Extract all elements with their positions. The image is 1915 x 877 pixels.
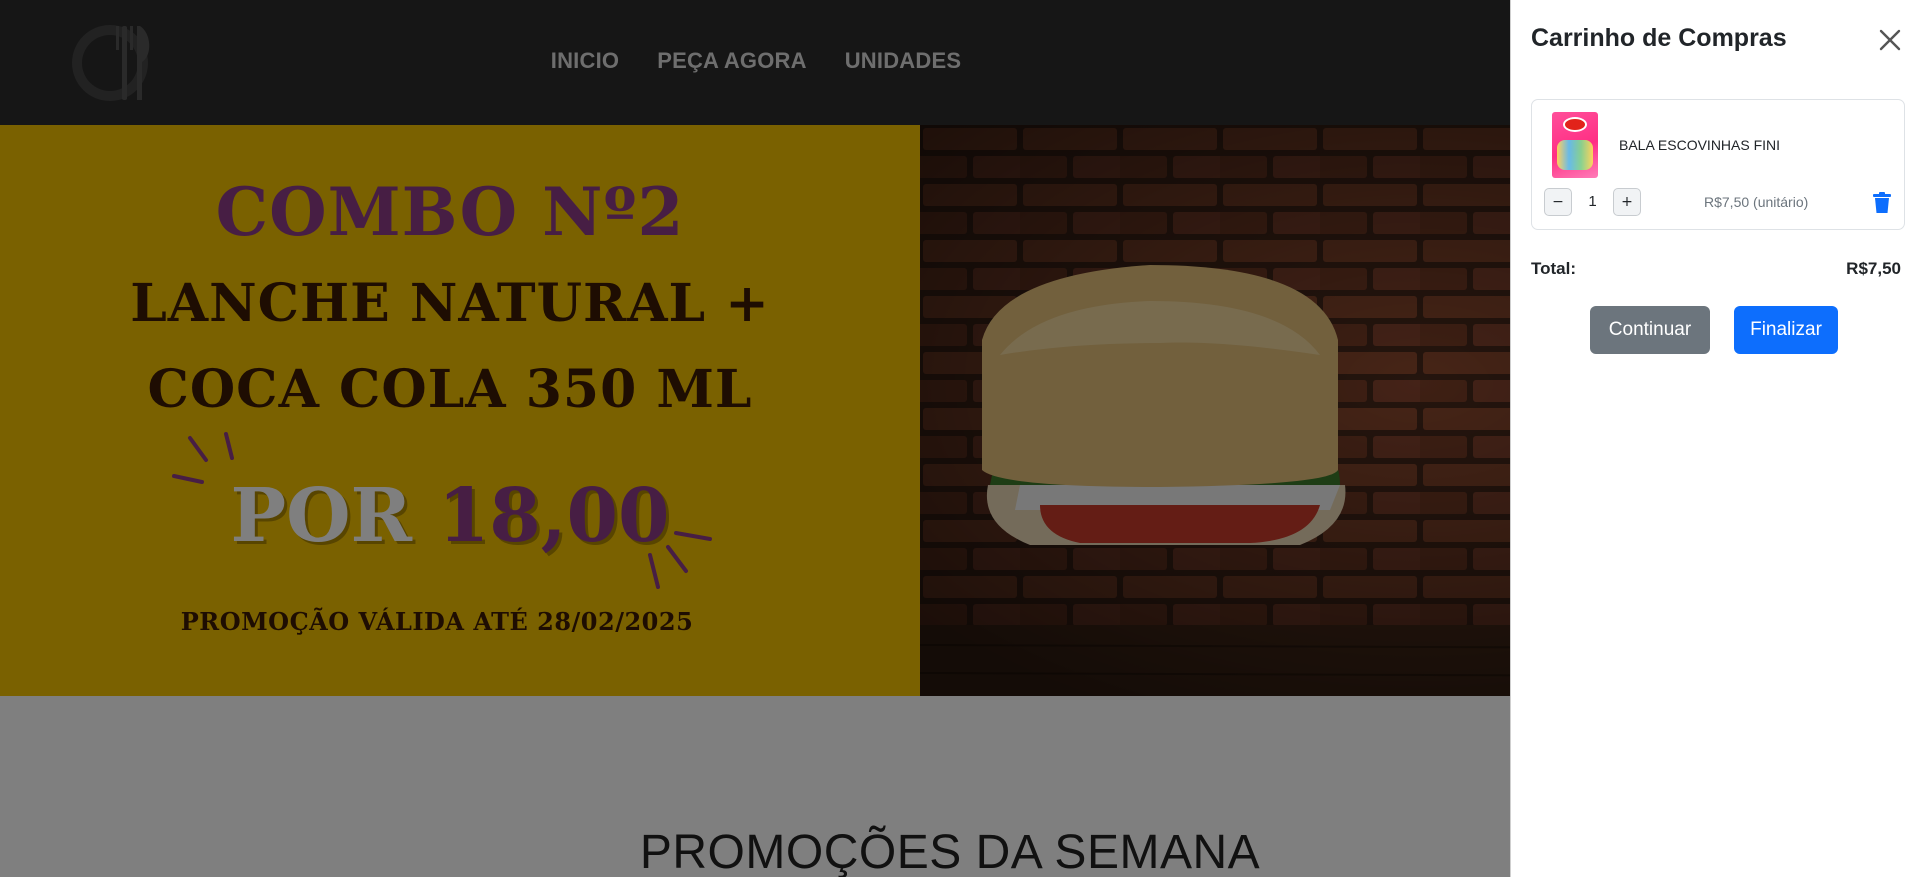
total-value: R$7,50	[1846, 259, 1901, 278]
product-thumbnail	[1552, 112, 1598, 178]
cart-title: Carrinho de Compras	[1531, 24, 1787, 52]
trash-icon[interactable]	[1872, 192, 1892, 214]
quantity-value: 1	[1588, 193, 1597, 210]
cart-item: BALA ESCOVINHAS FINI − 1 + R$7,50 (unitá…	[1531, 99, 1905, 230]
total-label: Total:	[1531, 259, 1577, 278]
unit-price: R$7,50 (unitário)	[1704, 194, 1809, 210]
finish-button[interactable]: Finalizar	[1734, 306, 1838, 354]
close-icon[interactable]	[1875, 25, 1905, 55]
brand-badge-icon	[1563, 117, 1587, 132]
increase-quantity-button[interactable]: +	[1613, 188, 1641, 216]
cart-offcanvas: Carrinho de Compras BALA ESCOVINHAS FINI…	[1510, 0, 1915, 877]
item-name: BALA ESCOVINHAS FINI	[1619, 137, 1781, 153]
offcanvas-backdrop[interactable]	[0, 0, 1512, 877]
candy-swirl-icon	[1557, 140, 1593, 170]
continue-button[interactable]: Continuar	[1590, 306, 1710, 354]
decrease-quantity-button[interactable]: −	[1544, 188, 1572, 216]
